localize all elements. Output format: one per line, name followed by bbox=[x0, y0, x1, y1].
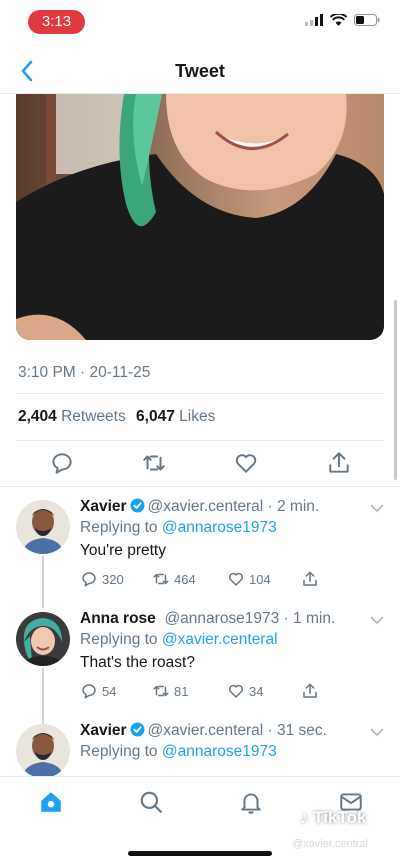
replying-to-prefix: Replying to bbox=[80, 743, 158, 760]
replying-to: Replying to @annarose1973 bbox=[80, 743, 384, 761]
author-handle-time: @annarose1973 · 1 min. bbox=[164, 610, 336, 627]
author-name[interactable]: Anna rose bbox=[80, 610, 156, 627]
divider bbox=[0, 486, 400, 487]
reply-text: You're pretty bbox=[80, 542, 166, 559]
engagement-counts: 2,404 Retweets 6,047 Likes bbox=[18, 408, 221, 426]
likes-count[interactable]: 6,047 bbox=[136, 408, 175, 425]
retweet-icon bbox=[153, 573, 169, 585]
retweet-button[interactable]: 81 bbox=[152, 682, 188, 700]
reply-button[interactable]: 320 bbox=[80, 570, 124, 588]
like-heart-icon bbox=[228, 572, 244, 586]
share-button[interactable] bbox=[301, 682, 319, 700]
navigation-bar: Tweet bbox=[0, 48, 400, 94]
page-title: Tweet bbox=[175, 61, 225, 81]
tiktok-brand: TikTok bbox=[313, 808, 367, 827]
like-heart-icon bbox=[228, 684, 244, 698]
share-icon bbox=[303, 571, 317, 586]
likes-label[interactable]: Likes bbox=[179, 408, 215, 425]
status-bar: 3:13 bbox=[0, 0, 400, 44]
mention-link[interactable]: @annarose1973 bbox=[162, 519, 277, 536]
like-count: 34 bbox=[249, 683, 264, 699]
replying-to-prefix: Replying to bbox=[80, 519, 158, 536]
tweet-media-video[interactable] bbox=[16, 94, 384, 340]
retweet-count: 81 bbox=[174, 683, 189, 699]
reply-icon bbox=[82, 684, 96, 699]
share-button[interactable] bbox=[301, 570, 319, 588]
reply-content: Anna rose @annarose1973 · 1 min. Replyin… bbox=[80, 610, 384, 704]
chevron-down-icon[interactable] bbox=[370, 727, 384, 737]
mention-link[interactable]: @xavier.centeral bbox=[162, 631, 278, 648]
scrollbar[interactable] bbox=[394, 300, 397, 480]
status-icons bbox=[305, 14, 380, 26]
like-count: 104 bbox=[249, 571, 271, 587]
tiktok-username: @xavier.central bbox=[292, 838, 368, 850]
like-button[interactable]: 34 bbox=[227, 682, 263, 700]
tiktok-note-icon: ♪ bbox=[300, 808, 309, 827]
author-name[interactable]: Xavier bbox=[80, 722, 127, 739]
avatar-xavier[interactable] bbox=[16, 724, 70, 778]
author-handle-time: @xavier.centeral · 31 sec. bbox=[147, 722, 327, 739]
author-handle-time: @xavier.centeral · 2 min. bbox=[147, 498, 320, 515]
share-icon[interactable] bbox=[326, 450, 352, 476]
retweets-label[interactable]: Retweets bbox=[61, 408, 126, 425]
chevron-down-icon[interactable] bbox=[370, 503, 384, 513]
reply-actions: 320 464 104 bbox=[80, 570, 384, 592]
battery-icon bbox=[354, 14, 380, 26]
reply-header: Xavier @xavier.centeral · 2 min. bbox=[80, 498, 384, 516]
retweet-count: 464 bbox=[174, 571, 196, 587]
thread-line bbox=[42, 668, 44, 724]
retweets-count[interactable]: 2,404 bbox=[18, 408, 57, 425]
tweet-actions bbox=[0, 440, 400, 486]
reply-header: Anna rose @annarose1973 · 1 min. bbox=[80, 610, 384, 628]
replying-to: Replying to @annarose1973 bbox=[80, 519, 384, 537]
reply-count: 54 bbox=[102, 683, 117, 699]
mention-link[interactable]: @annarose1973 bbox=[162, 743, 277, 760]
avatar-xavier[interactable] bbox=[16, 500, 70, 554]
chevron-down-icon[interactable] bbox=[370, 615, 384, 625]
like-heart-icon[interactable] bbox=[233, 450, 259, 476]
verified-badge-icon bbox=[130, 498, 145, 513]
thread-line bbox=[42, 556, 44, 608]
share-icon bbox=[303, 683, 317, 698]
reply-icon bbox=[82, 572, 96, 587]
status-time: 3:13 bbox=[28, 10, 85, 34]
notifications-bell-icon[interactable] bbox=[238, 789, 264, 815]
retweet-button[interactable]: 464 bbox=[152, 570, 196, 588]
video-frame-image bbox=[16, 94, 384, 340]
wifi-icon bbox=[330, 14, 347, 26]
retweet-icon bbox=[153, 685, 169, 697]
home-indicator[interactable] bbox=[128, 851, 272, 856]
retweet-icon[interactable] bbox=[141, 450, 167, 476]
like-button[interactable]: 104 bbox=[227, 570, 271, 588]
home-icon[interactable] bbox=[38, 789, 64, 815]
reply-content: Xavier @xavier.centeral · 31 sec. Replyin… bbox=[80, 722, 384, 761]
tweet-timestamp: 3:10 PM · 20-11-25 bbox=[18, 364, 151, 381]
reply-button[interactable]: 54 bbox=[80, 682, 116, 700]
search-icon[interactable] bbox=[138, 789, 164, 815]
author-name[interactable]: Xavier bbox=[80, 498, 127, 515]
replying-to: Replying to @xavier.centeral bbox=[80, 631, 384, 649]
divider bbox=[16, 393, 384, 394]
replying-to-prefix: Replying to bbox=[80, 631, 158, 648]
reply-actions: 54 81 34 bbox=[80, 682, 384, 704]
signal-icon bbox=[305, 14, 323, 26]
verified-badge-icon bbox=[130, 722, 145, 737]
reply-header: Xavier @xavier.centeral · 31 sec. bbox=[80, 722, 384, 740]
reply-icon[interactable] bbox=[49, 450, 75, 476]
tiktok-watermark: ♪ TikTok bbox=[300, 808, 366, 828]
avatar-anna-rose[interactable] bbox=[16, 612, 70, 666]
reply-count: 320 bbox=[102, 571, 124, 587]
reply-content: Xavier @xavier.centeral · 2 min. Replying… bbox=[80, 498, 384, 592]
reply-text: That's the roast? bbox=[80, 654, 195, 671]
